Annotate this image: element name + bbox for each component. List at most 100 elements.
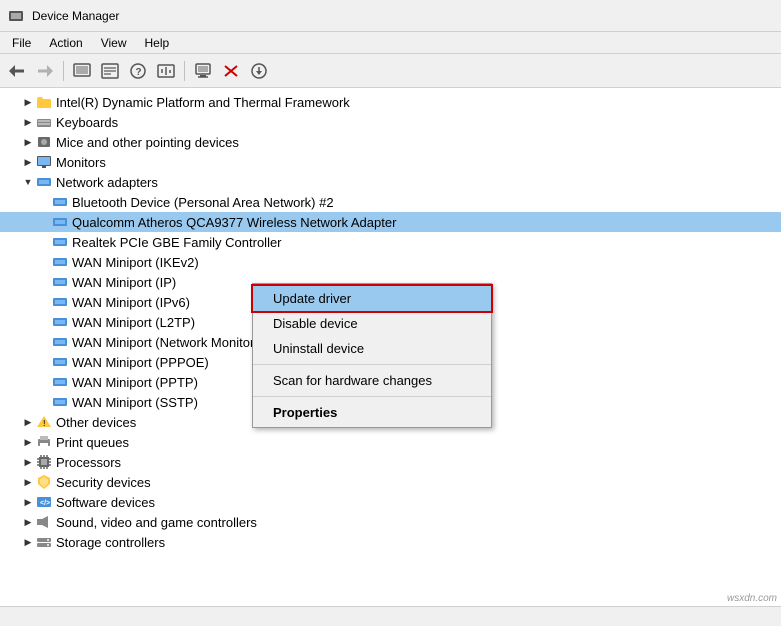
- icon-processors: [36, 454, 52, 470]
- label-wan-ipv6: WAN Miniport (IPv6): [72, 295, 190, 310]
- label-mice: Mice and other pointing devices: [56, 135, 239, 150]
- icon-intel: [36, 94, 52, 110]
- tree-item-wan-ikev2[interactable]: WAN Miniport (IKEv2): [0, 252, 781, 272]
- label-other-devices: Other devices: [56, 415, 136, 430]
- context-menu-update-driver[interactable]: Update driver: [253, 286, 491, 311]
- expander-wan-sstp: [36, 394, 52, 410]
- download-button[interactable]: [246, 58, 272, 84]
- status-bar: [0, 606, 781, 626]
- tree-item-security-devices[interactable]: ▶ Security devices: [0, 472, 781, 492]
- tree-item-keyboards[interactable]: ▶ Keyboards: [0, 112, 781, 132]
- icon-mice: [36, 134, 52, 150]
- menu-action[interactable]: Action: [41, 34, 90, 52]
- icon-network-adapters: [36, 174, 52, 190]
- main-content: ▶ Intel(R) Dynamic Platform and Thermal F…: [0, 88, 781, 606]
- toolbar-sep-2: [184, 61, 185, 81]
- expander-security-devices[interactable]: ▶: [20, 474, 36, 490]
- tree-item-storage[interactable]: ▶ Storage controllers: [0, 532, 781, 552]
- context-menu: Update driver Disable device Uninstall d…: [252, 283, 492, 428]
- title-bar: Device Manager: [0, 0, 781, 32]
- icon-bluetooth: [52, 194, 68, 210]
- icon-wan-ikev2: [52, 254, 68, 270]
- label-keyboards: Keyboards: [56, 115, 118, 130]
- icon-wan-l2tp: [52, 314, 68, 330]
- watermark: wsxdn.com: [727, 593, 777, 604]
- label-security-devices: Security devices: [56, 475, 151, 490]
- icon-qualcomm: [52, 214, 68, 230]
- label-network-adapters: Network adapters: [56, 175, 158, 190]
- label-software-devices: Software devices: [56, 495, 155, 510]
- expander-realtek: [36, 234, 52, 250]
- expander-other-devices[interactable]: ▶: [20, 414, 36, 430]
- action2-button[interactable]: [153, 58, 179, 84]
- tree-item-monitors[interactable]: ▶ Monitors: [0, 152, 781, 172]
- expander-wan-pppoe: [36, 354, 52, 370]
- tree-item-mice[interactable]: ▶ Mice and other pointing devices: [0, 132, 781, 152]
- icon-other-devices: !: [36, 414, 52, 430]
- context-menu-disable-device[interactable]: Disable device: [253, 311, 491, 336]
- expander-monitors[interactable]: ▶: [20, 154, 36, 170]
- label-storage: Storage controllers: [56, 535, 165, 550]
- window-title: Device Manager: [32, 9, 119, 23]
- expander-mice[interactable]: ▶: [20, 134, 36, 150]
- expander-processors[interactable]: ▶: [20, 454, 36, 470]
- remove-button[interactable]: [218, 58, 244, 84]
- expander-intel[interactable]: ▶: [20, 94, 36, 110]
- svg-text:</>: </>: [40, 500, 50, 507]
- menu-help[interactable]: Help: [137, 34, 178, 52]
- tree-item-bluetooth[interactable]: Bluetooth Device (Personal Area Network)…: [0, 192, 781, 212]
- icon-print-queues: [36, 434, 52, 450]
- tree-item-network-adapters[interactable]: ▼ Network adapters: [0, 172, 781, 192]
- expander-print-queues[interactable]: ▶: [20, 434, 36, 450]
- expander-sound[interactable]: ▶: [20, 514, 36, 530]
- icon-wan-pptp: [52, 374, 68, 390]
- expander-network-adapters[interactable]: ▼: [20, 174, 36, 190]
- title-bar-icon: [8, 8, 24, 24]
- context-menu-scan-changes[interactable]: Scan for hardware changes: [253, 368, 491, 393]
- tree-item-intel[interactable]: ▶ Intel(R) Dynamic Platform and Thermal F…: [0, 92, 781, 112]
- svg-text:?: ?: [136, 67, 142, 78]
- icon-software-devices: </>: [36, 494, 52, 510]
- toolbar: ?: [0, 54, 781, 88]
- label-bluetooth: Bluetooth Device (Personal Area Network)…: [72, 195, 334, 210]
- expander-software-devices[interactable]: ▶: [20, 494, 36, 510]
- label-wan-l2tp: WAN Miniport (L2TP): [72, 315, 195, 330]
- scan-button[interactable]: [190, 58, 216, 84]
- tree-item-sound[interactable]: ▶ Sound, video and game controllers: [0, 512, 781, 532]
- tree-item-realtek[interactable]: Realtek PCIe GBE Family Controller: [0, 232, 781, 252]
- console-button[interactable]: [69, 58, 95, 84]
- icon-storage: [36, 534, 52, 550]
- expander-wan-ip: [36, 274, 52, 290]
- menu-file[interactable]: File: [4, 34, 39, 52]
- icon-monitors: [36, 154, 52, 170]
- expander-bluetooth: [36, 194, 52, 210]
- tree-item-print-queues[interactable]: ▶Print queues: [0, 432, 781, 452]
- label-realtek: Realtek PCIe GBE Family Controller: [72, 235, 282, 250]
- expander-qualcomm: [36, 214, 52, 230]
- help-button[interactable]: ?: [125, 58, 151, 84]
- label-sound: Sound, video and game controllers: [56, 515, 257, 530]
- tree-item-processors[interactable]: ▶ Processors: [0, 452, 781, 472]
- properties-button[interactable]: [97, 58, 123, 84]
- menu-view[interactable]: View: [93, 34, 135, 52]
- label-processors: Processors: [56, 455, 121, 470]
- forward-button[interactable]: [32, 58, 58, 84]
- label-wan-pppoe: WAN Miniport (PPPOE): [72, 355, 209, 370]
- tree-item-software-devices[interactable]: ▶ </> Software devices: [0, 492, 781, 512]
- toolbar-sep-1: [63, 61, 64, 81]
- label-intel: Intel(R) Dynamic Platform and Thermal Fr…: [56, 95, 350, 110]
- expander-wan-ikev2: [36, 254, 52, 270]
- label-monitors: Monitors: [56, 155, 106, 170]
- expander-keyboards[interactable]: ▶: [20, 114, 36, 130]
- label-wan-ip: WAN Miniport (IP): [72, 275, 176, 290]
- back-button[interactable]: [4, 58, 30, 84]
- context-menu-sep-2: [253, 396, 491, 397]
- icon-sound: [36, 514, 52, 530]
- icon-wan-netmon: [52, 334, 68, 350]
- expander-wan-ipv6: [36, 294, 52, 310]
- label-wan-sstp: WAN Miniport (SSTP): [72, 395, 198, 410]
- tree-item-qualcomm[interactable]: Qualcomm Atheros QCA9377 Wireless Networ…: [0, 212, 781, 232]
- expander-storage[interactable]: ▶: [20, 534, 36, 550]
- context-menu-properties[interactable]: Properties: [253, 400, 491, 425]
- context-menu-uninstall-device[interactable]: Uninstall device: [253, 336, 491, 361]
